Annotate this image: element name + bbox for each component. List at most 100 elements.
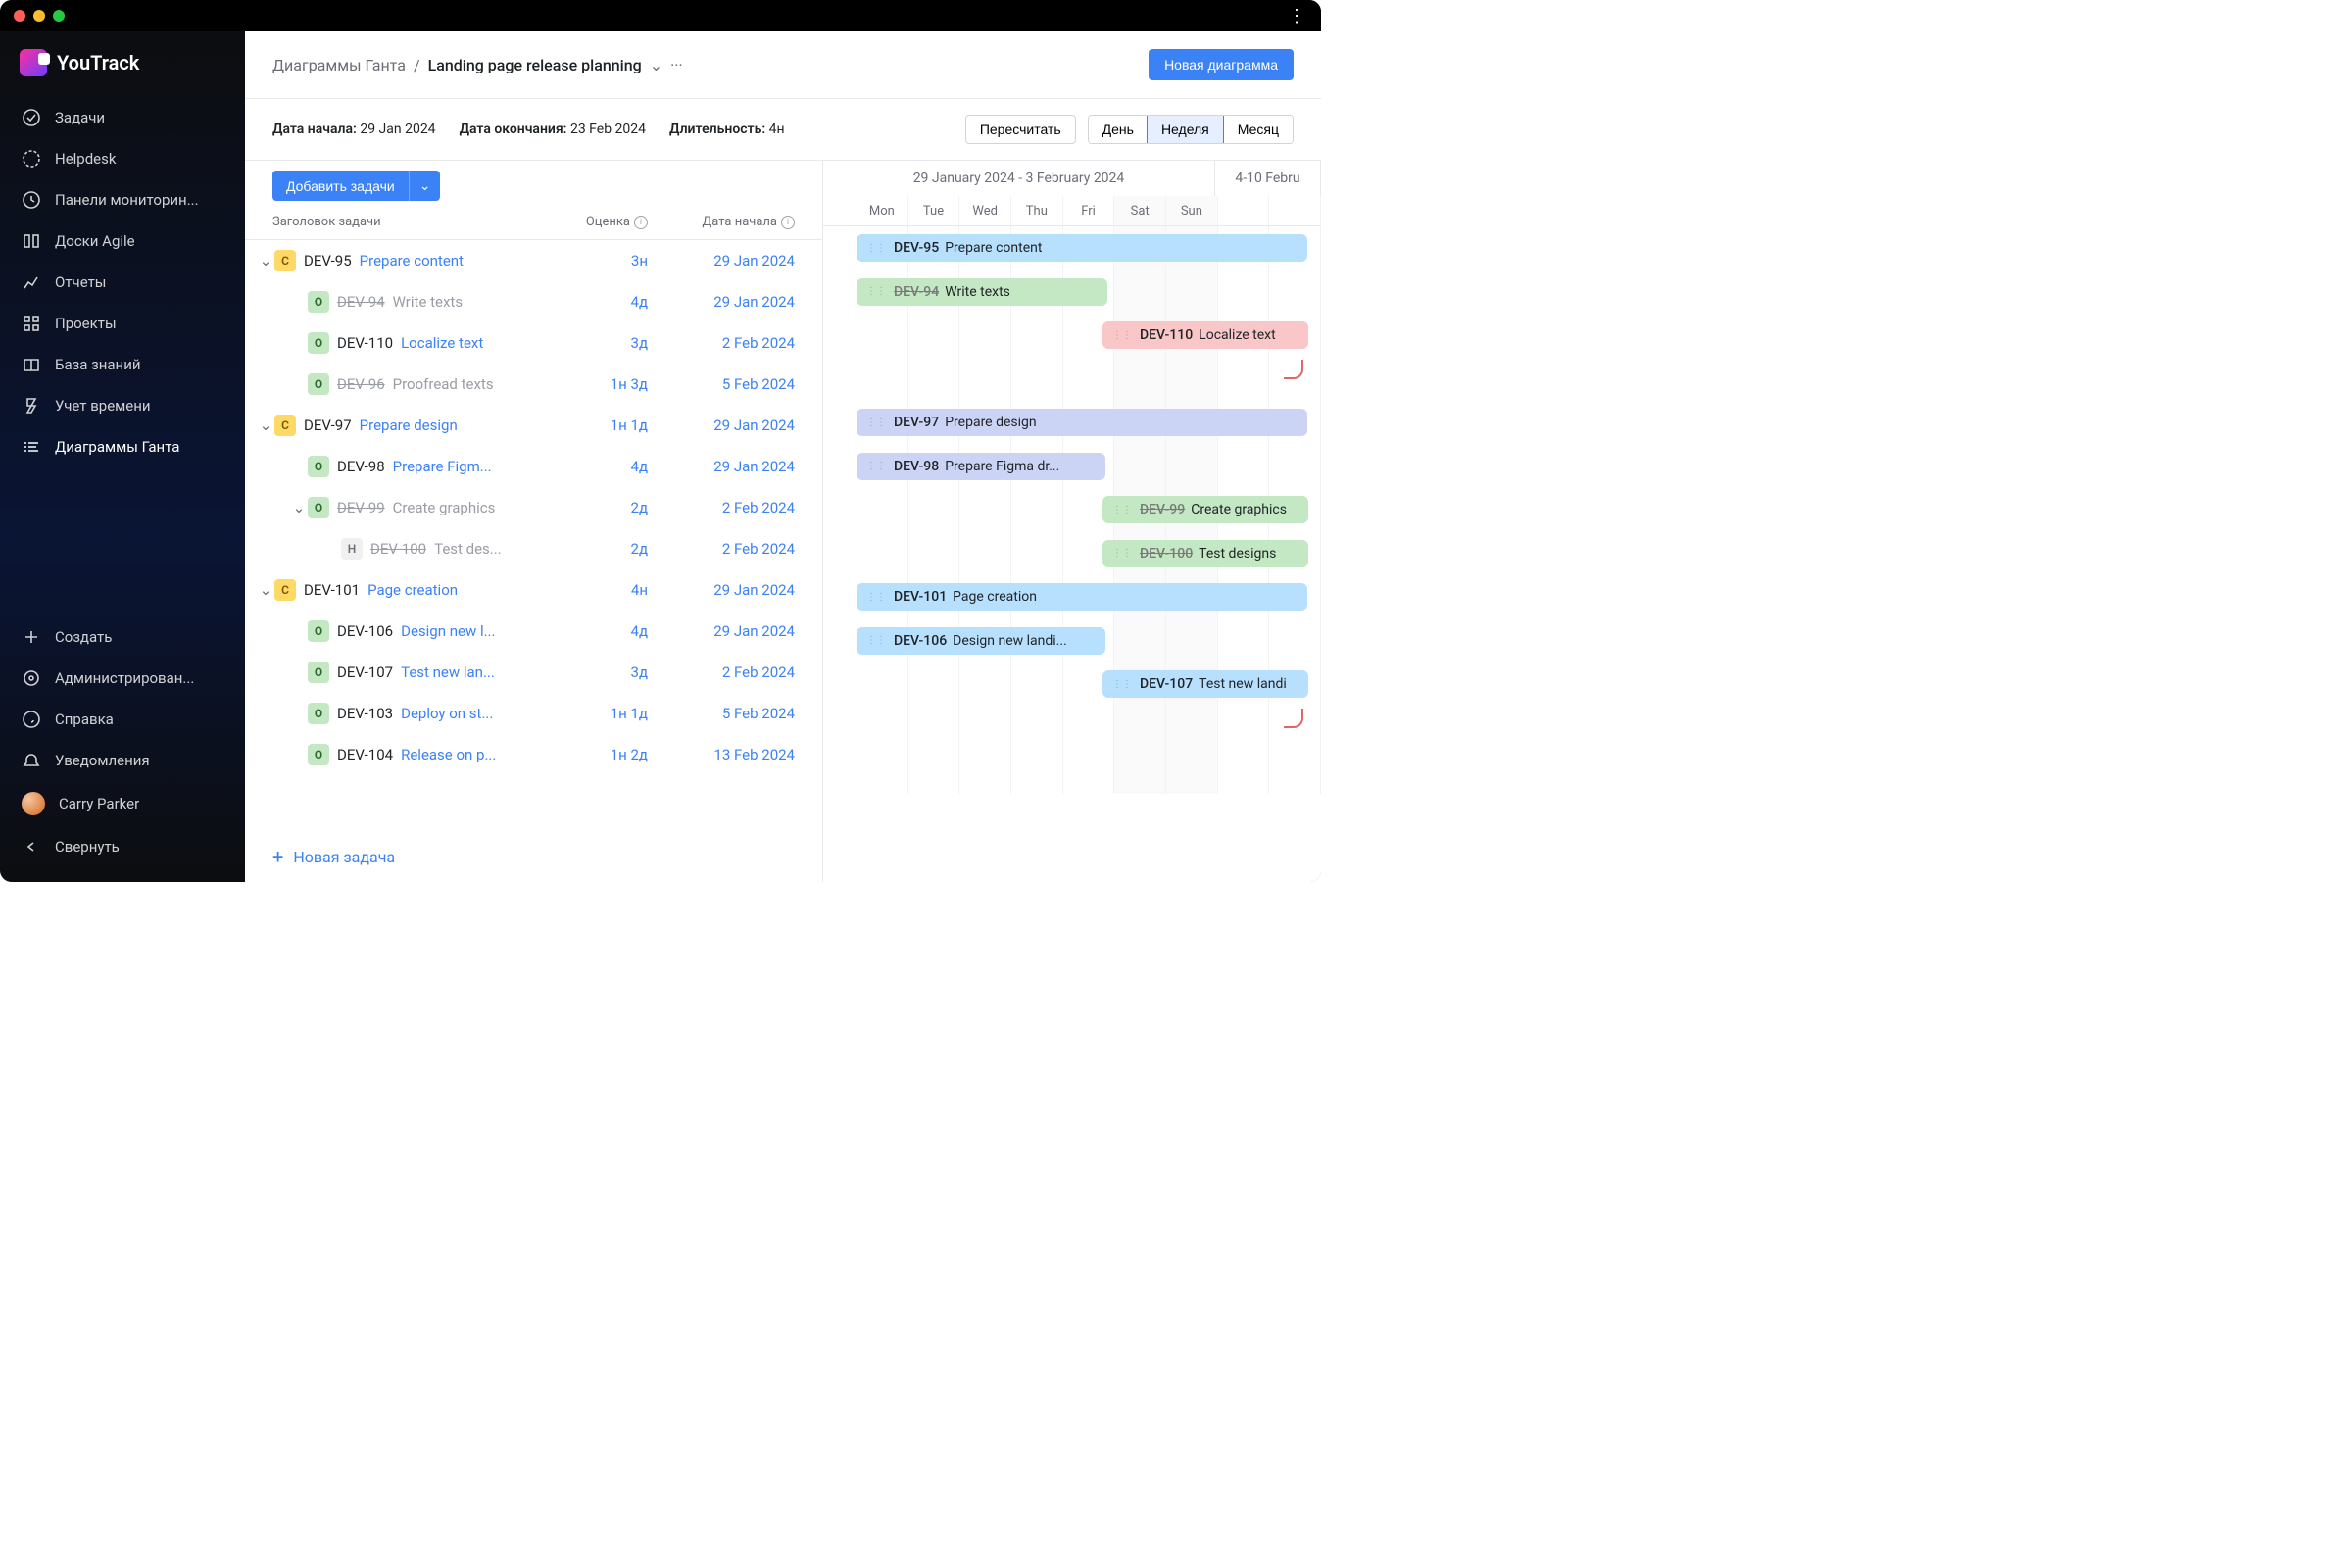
- task-name[interactable]: Localize text: [401, 334, 560, 352]
- task-row[interactable]: HDEV-100Test des...2д2 Feb 2024: [245, 528, 822, 569]
- drag-handle-icon[interactable]: ⋮⋮: [866, 417, 886, 428]
- task-estimate: 1н 2д: [560, 746, 648, 763]
- task-row[interactable]: ODEV-96Proofread texts1н 3д5 Feb 2024: [245, 364, 822, 405]
- task-row[interactable]: ODEV-103Deploy on st...1н 1д5 Feb 2024: [245, 693, 822, 734]
- gantt-bar[interactable]: ⋮⋮DEV-95Prepare content: [857, 234, 1307, 262]
- priority-badge: O: [308, 620, 329, 642]
- more-icon[interactable]: ···: [670, 56, 683, 74]
- sidebar-item[interactable]: Панели мониторин...: [8, 180, 237, 220]
- window-minimize-icon[interactable]: [33, 10, 45, 22]
- expand-icon[interactable]: ⌄: [257, 581, 274, 599]
- task-name[interactable]: Proofread texts: [393, 375, 560, 393]
- sidebar-item[interactable]: Carry Parker: [8, 782, 237, 825]
- recalc-button[interactable]: Пересчитать: [965, 115, 1076, 144]
- task-name[interactable]: Test des...: [434, 540, 560, 558]
- task-name[interactable]: Release on p...: [401, 746, 560, 763]
- task-start: 29 Jan 2024: [648, 622, 795, 640]
- sidebar-item[interactable]: Свернуть: [8, 827, 237, 866]
- drag-handle-icon[interactable]: ⋮⋮: [866, 286, 886, 297]
- drag-handle-icon[interactable]: ⋮⋮: [1112, 679, 1132, 690]
- task-row[interactable]: ⌄CDEV-97Prepare design1н 1д29 Jan 2024: [245, 405, 822, 446]
- expand-icon[interactable]: ⌄: [290, 499, 308, 516]
- sidebar-item-label: Доски Agile: [55, 232, 135, 250]
- sidebar-item[interactable]: Задачи: [8, 98, 237, 137]
- expand-icon[interactable]: ⌄: [257, 416, 274, 434]
- scale-week[interactable]: Неделя: [1147, 115, 1224, 144]
- task-panel: Добавить задачи ⌄ Заголовок задачи Оценк…: [245, 161, 823, 882]
- drag-handle-icon[interactable]: ⋮⋮: [866, 461, 886, 471]
- task-row[interactable]: ODEV-98Prepare Figm...4д29 Jan 2024: [245, 446, 822, 487]
- task-name[interactable]: Prepare design: [360, 416, 560, 434]
- expand-icon[interactable]: ⌄: [257, 252, 274, 270]
- gantt-bar[interactable]: ⋮⋮DEV-106Design new landi...: [857, 627, 1105, 655]
- task-row[interactable]: ODEV-94Write texts4д29 Jan 2024: [245, 281, 822, 322]
- chevron-down-icon[interactable]: ⌄: [650, 56, 662, 74]
- gantt-bar[interactable]: ⋮⋮DEV-99Create graphics: [1102, 496, 1308, 523]
- task-name[interactable]: Page creation: [368, 581, 560, 599]
- drag-handle-icon[interactable]: ⋮⋮: [866, 635, 886, 646]
- task-start: 2 Feb 2024: [648, 663, 795, 681]
- sidebar-item[interactable]: Диаграммы Ганта: [8, 427, 237, 466]
- drag-handle-icon[interactable]: ⋮⋮: [1112, 330, 1132, 341]
- drag-handle-icon[interactable]: ⋮⋮: [866, 243, 886, 254]
- task-id: DEV-100: [370, 540, 426, 558]
- drag-handle-icon[interactable]: ⋮⋮: [1112, 505, 1132, 515]
- drag-handle-icon[interactable]: ⋮⋮: [866, 592, 886, 603]
- task-name[interactable]: Prepare Figm...: [393, 458, 560, 475]
- task-start: 29 Jan 2024: [648, 458, 795, 475]
- sidebar-item[interactable]: Справка: [8, 700, 237, 739]
- window-close-icon[interactable]: [14, 10, 25, 22]
- gantt-bar[interactable]: ⋮⋮DEV-98Prepare Figma dr...: [857, 453, 1105, 480]
- topbar: Диаграммы Ганта / Landing page release p…: [245, 31, 1321, 99]
- task-name[interactable]: Deploy on st...: [401, 705, 560, 722]
- task-name[interactable]: Test new lan...: [401, 663, 560, 681]
- sidebar-item[interactable]: Отчеты: [8, 263, 237, 302]
- scale-month[interactable]: Месяц: [1223, 116, 1293, 143]
- sidebar-item[interactable]: Администрирован...: [8, 659, 237, 698]
- breadcrumb-root[interactable]: Диаграммы Ганта: [272, 56, 406, 74]
- task-row[interactable]: ODEV-106Design new l...4д29 Jan 2024: [245, 611, 822, 652]
- task-row[interactable]: ODEV-104Release on p...1н 2д13 Feb 2024: [245, 734, 822, 775]
- task-id: DEV-101: [304, 581, 360, 599]
- new-chart-button[interactable]: Новая диаграмма: [1149, 49, 1294, 80]
- sidebar-item-label: Helpdesk: [55, 150, 116, 168]
- gantt-week-header: 4-10 Febru: [1215, 161, 1321, 196]
- task-id: DEV-96: [337, 375, 385, 393]
- drag-handle-icon[interactable]: ⋮⋮: [1112, 548, 1132, 559]
- info-icon[interactable]: i: [634, 216, 648, 229]
- task-row[interactable]: ODEV-110Localize text3д2 Feb 2024: [245, 322, 822, 364]
- gantt-chart[interactable]: 29 January 2024 - 3 February 2024 4-10 F…: [823, 161, 1321, 882]
- sidebar-item[interactable]: Доски Agile: [8, 221, 237, 261]
- window-menu-icon[interactable]: ⋮: [1288, 6, 1307, 26]
- gantt-bar[interactable]: ⋮⋮DEV-110Localize text: [1102, 321, 1308, 349]
- gantt-bar[interactable]: ⋮⋮DEV-101Page creation: [857, 583, 1307, 611]
- sidebar-item[interactable]: База знаний: [8, 345, 237, 384]
- window-maximize-icon[interactable]: [53, 10, 65, 22]
- gantt-bar[interactable]: ⋮⋮DEV-94Write texts: [857, 278, 1107, 306]
- task-name[interactable]: Create graphics: [393, 499, 560, 516]
- add-tasks-dropdown[interactable]: ⌄: [409, 171, 441, 201]
- sidebar-item[interactable]: Helpdesk: [8, 139, 237, 178]
- sidebar-item[interactable]: Учет времени: [8, 386, 237, 425]
- sidebar-item[interactable]: Создать: [8, 617, 237, 657]
- sidebar-item[interactable]: Уведомления: [8, 741, 237, 780]
- task-row[interactable]: ⌄CDEV-95Prepare content3н29 Jan 2024: [245, 240, 822, 281]
- gantt-bar-id: DEV-97: [894, 415, 939, 430]
- gantt-bar[interactable]: ⋮⋮DEV-100Test designs: [1102, 540, 1308, 567]
- sidebar-item[interactable]: Проекты: [8, 304, 237, 343]
- task-name[interactable]: Design new l...: [401, 622, 560, 640]
- task-row[interactable]: ⌄ODEV-99Create graphics2д2 Feb 2024: [245, 487, 822, 528]
- task-row[interactable]: ⌄CDEV-101Page creation4н29 Jan 2024: [245, 569, 822, 611]
- task-id: DEV-94: [337, 293, 385, 311]
- info-icon[interactable]: i: [781, 216, 795, 229]
- add-tasks-button[interactable]: Добавить задачи: [272, 171, 409, 201]
- task-name[interactable]: Write texts: [393, 293, 560, 311]
- scale-day[interactable]: День: [1089, 116, 1148, 143]
- brand[interactable]: YouTrack: [0, 49, 245, 94]
- task-name[interactable]: Prepare content: [360, 252, 560, 270]
- gantt-bar[interactable]: ⋮⋮DEV-97Prepare design: [857, 409, 1307, 436]
- task-row[interactable]: ODEV-107Test new lan...3д2 Feb 2024: [245, 652, 822, 693]
- gantt-bar[interactable]: ⋮⋮DEV-107Test new landi: [1102, 670, 1308, 698]
- breadcrumb-current[interactable]: Landing page release planning: [428, 56, 642, 74]
- new-task-button[interactable]: + Новая задача: [245, 831, 822, 882]
